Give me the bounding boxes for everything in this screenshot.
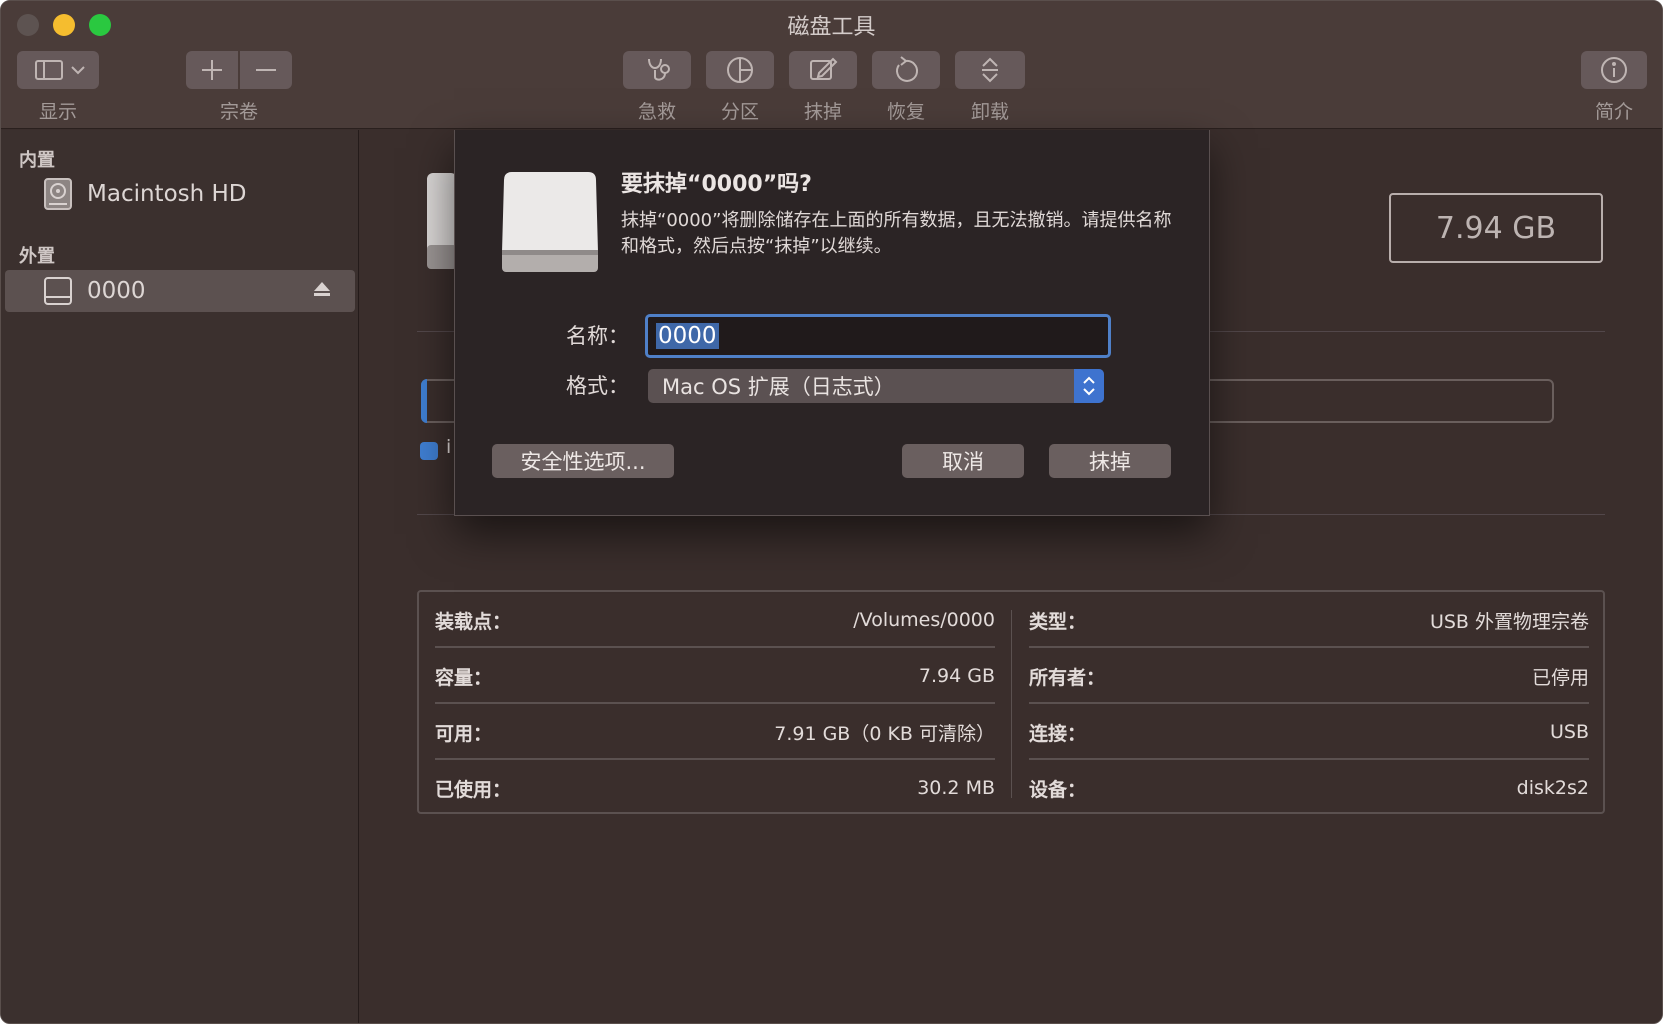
sidebar-toggle-icon xyxy=(35,60,85,80)
erase-toolbar-label: 抹掉 xyxy=(803,101,842,123)
partition-button[interactable] xyxy=(706,51,774,89)
info-key: 设备： xyxy=(1029,778,1087,801)
toolbar: 磁盘工具 显示 宗卷 急救 分区 抹掉 恢复 卸载 简介 xyxy=(1,1,1662,129)
restore-button[interactable] xyxy=(872,51,940,89)
sidebar-header-internal: 内置 xyxy=(19,150,55,171)
restore-arrow-icon xyxy=(896,56,918,82)
info-row-owners: 所有者： 已停用 xyxy=(1029,648,1589,704)
erase-pencil-icon xyxy=(810,57,838,80)
name-field-value: 0000 xyxy=(656,323,719,349)
erase-button[interactable]: 抹掉 xyxy=(1049,444,1171,478)
sidebar-item-label: Macintosh HD xyxy=(87,181,247,207)
plus-icon xyxy=(202,60,222,80)
erase-toolbar-button[interactable] xyxy=(789,51,857,89)
name-field[interactable]: 0000 xyxy=(645,314,1111,358)
info-label: 简介 xyxy=(1594,101,1633,123)
capacity-display: 7.94 GB xyxy=(1389,193,1603,263)
info-value: USB 外置物理宗卷 xyxy=(1429,610,1589,633)
sidebar-header-external: 外置 xyxy=(19,246,55,267)
info-column-left: 装载点： /Volumes/0000 容量： 7.94 GB 可用： 7.91 … xyxy=(435,592,995,812)
info-button[interactable] xyxy=(1581,51,1647,89)
info-key: 所有者： xyxy=(1029,666,1106,689)
info-value: 7.94 GB xyxy=(918,665,995,687)
format-label: 格式： xyxy=(566,374,629,398)
volume-label: 宗卷 xyxy=(219,101,258,123)
format-select-value: Mac OS 扩展（日志式） xyxy=(662,375,895,399)
info-key: 连接： xyxy=(1029,722,1087,745)
behind-legend-fragment: i xyxy=(446,436,452,458)
external-disk-icon xyxy=(44,277,72,305)
first-aid-label: 急救 xyxy=(637,101,676,123)
security-options-button[interactable]: 安全性选项... xyxy=(492,444,674,478)
used-legend-swatch xyxy=(420,442,438,460)
info-value: 30.2 MB xyxy=(917,777,995,799)
eject-icon[interactable] xyxy=(313,280,331,298)
info-row-used: 已使用： 30.2 MB xyxy=(435,760,995,816)
info-row-device: 设备： disk2s2 xyxy=(1029,760,1589,816)
info-column-right: 类型： USB 外置物理宗卷 所有者： 已停用 连接： USB 设备： disk… xyxy=(1029,592,1589,812)
info-key: 装载点： xyxy=(435,610,512,633)
info-key: 类型： xyxy=(1029,610,1087,633)
sidebar: 内置 Macintosh HD 外置 0000 xyxy=(1,130,359,1023)
volume-info-table: 装载点： /Volumes/0000 容量： 7.94 GB 可用： 7.91 … xyxy=(417,590,1605,814)
info-row-connection: 连接： USB xyxy=(1029,704,1589,760)
window-title: 磁盘工具 xyxy=(787,15,876,40)
stethoscope-icon xyxy=(648,58,670,81)
remove-volume-button[interactable] xyxy=(240,51,292,89)
info-value: disk2s2 xyxy=(1516,777,1589,799)
sidebar-item-macintosh-hd[interactable]: Macintosh HD xyxy=(5,173,355,215)
minus-icon xyxy=(256,69,276,71)
view-label: 显示 xyxy=(38,101,77,123)
info-key: 可用： xyxy=(435,722,493,745)
disk-utility-window: 磁盘工具 显示 宗卷 急救 分区 抹掉 恢复 卸载 简介 内置 Macintos… xyxy=(0,0,1663,1024)
info-value: 7.91 GB（0 KB 可清除） xyxy=(774,722,995,745)
first-aid-button[interactable] xyxy=(623,51,691,89)
restore-label: 恢复 xyxy=(886,101,925,123)
view-button[interactable] xyxy=(17,51,99,89)
unmount-label: 卸载 xyxy=(970,101,1009,123)
dialog-message: 抹掉“0000”将删除储存在上面的所有数据，且无法撤销。请提供名称和格式，然后点… xyxy=(621,210,1172,257)
partition-label: 分区 xyxy=(720,101,759,123)
info-row-mount-point: 装载点： /Volumes/0000 xyxy=(435,592,995,648)
dialog-title: 要抹掉“0000”吗? xyxy=(621,172,812,197)
sidebar-item-0000[interactable]: 0000 xyxy=(5,270,355,312)
info-column-divider xyxy=(1011,610,1012,798)
volume-disk-icon xyxy=(427,173,455,269)
pie-icon xyxy=(727,57,753,83)
internal-disk-icon xyxy=(44,178,72,210)
info-icon xyxy=(1601,57,1627,83)
name-label: 名称： xyxy=(566,324,629,348)
add-volume-button[interactable] xyxy=(186,51,238,89)
unmount-icon xyxy=(982,57,998,83)
unmount-button[interactable] xyxy=(955,51,1025,89)
erase-dialog: 要抹掉“0000”吗? 抹掉“0000”将删除储存在上面的所有数据，且无法撤销。… xyxy=(454,130,1210,516)
info-key: 已使用： xyxy=(435,778,512,801)
info-value: 已停用 xyxy=(1531,666,1589,689)
info-key: 容量： xyxy=(435,666,493,689)
format-select[interactable]: Mac OS 扩展（日志式） xyxy=(648,369,1104,403)
cancel-button[interactable]: 取消 xyxy=(902,444,1024,478)
sidebar-item-label: 0000 xyxy=(87,278,146,304)
info-row-type: 类型： USB 外置物理宗卷 xyxy=(1029,592,1589,648)
info-value: USB xyxy=(1549,721,1589,743)
external-drive-icon xyxy=(502,172,598,272)
info-row-available: 可用： 7.91 GB（0 KB 可清除） xyxy=(435,704,995,760)
info-value: /Volumes/0000 xyxy=(853,609,995,631)
select-chevrons-icon xyxy=(1074,369,1104,403)
info-row-capacity: 容量： 7.94 GB xyxy=(435,648,995,704)
